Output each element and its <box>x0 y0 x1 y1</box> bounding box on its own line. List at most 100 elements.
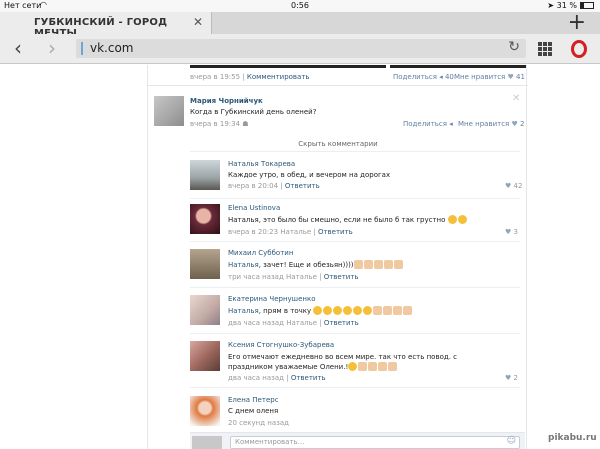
thumbs-up-icon <box>403 306 413 315</box>
reply-text-body: Его отмечают ежедневно во всем мире. так… <box>228 353 458 371</box>
reply-meta: два часа назад | Ответить <box>228 374 326 382</box>
emoji-icon <box>313 306 323 315</box>
tab-active[interactable]: ГУБКИНСКИЙ - ГОРОД МЕЧТЫ ✕ <box>0 12 212 39</box>
close-icon[interactable]: ✕ <box>512 93 520 104</box>
like-button[interactable]: ♥ 3 <box>505 228 518 236</box>
reply-to[interactable]: Наталье <box>286 319 317 327</box>
feed-column: вчера в 19:55 | Комментировать Поделитьс… <box>147 65 528 449</box>
thumbs-up-icon <box>358 362 368 371</box>
reply-time[interactable]: вчера в 20:04 <box>228 182 278 190</box>
comment-author[interactable]: Мария Чорнийчук <box>190 97 263 105</box>
reply-time[interactable]: 20 секунд назад <box>228 419 289 427</box>
like-count: 42 <box>513 182 523 190</box>
post-photo[interactable] <box>390 65 526 68</box>
share-label: Поделиться <box>393 73 437 81</box>
megaphone-icon: ◂ <box>439 73 443 81</box>
thumbs-up-icon <box>378 362 388 371</box>
reply-time[interactable]: три часа назад <box>228 273 284 281</box>
url-text: vk.com <box>90 41 134 55</box>
mention-link[interactable]: Наталья <box>228 307 259 315</box>
thumbs-up-icon <box>373 260 383 269</box>
avatar[interactable] <box>190 249 220 279</box>
speed-dial-icon[interactable] <box>538 42 552 56</box>
status-bar: Нет сети ◠ 0:56 ➤ 31 % <box>0 0 600 12</box>
reply-text-body: , прям в точку <box>258 307 312 315</box>
hide-comments-link[interactable]: Скрыть комментарии <box>148 140 528 148</box>
like-label: Мне нравится <box>454 73 506 81</box>
thumbs-up-icon <box>373 306 383 315</box>
reply-text: Наталья, зачет! Еще и обезьян)))) <box>228 260 404 269</box>
reply-button[interactable]: Ответить <box>291 374 326 382</box>
reply-button[interactable]: Ответить <box>285 182 320 190</box>
comment-input[interactable]: Комментировать... ☺ <box>230 436 520 449</box>
reply-meta: два часа назад Наталье | Ответить <box>228 319 359 327</box>
like-button[interactable]: Мне нравится ♥ 2 <box>458 120 525 128</box>
avatar[interactable] <box>190 160 220 190</box>
comment-link[interactable]: Комментировать <box>247 73 310 81</box>
megaphone-icon: ◂ <box>449 120 453 128</box>
share-button[interactable]: Поделиться ◂ <box>403 120 453 128</box>
thumbs-up-icon <box>383 306 393 315</box>
reply-to[interactable]: Наталье <box>286 273 317 281</box>
reply-author[interactable]: Елена Петерс <box>228 396 279 404</box>
reply-meta: вчера в 20:23 Наталье | Ответить <box>228 228 353 236</box>
reply-author[interactable]: Наталья Токарева <box>228 160 295 168</box>
thumbs-up-icon <box>368 362 378 371</box>
heart-icon: ♥ <box>505 374 512 382</box>
heart-icon: ♥ <box>505 182 512 190</box>
divider <box>190 333 520 334</box>
comment-placeholder: Комментировать... <box>235 438 305 446</box>
reload-icon[interactable]: ↻ <box>508 39 520 55</box>
thumbs-up-icon <box>393 260 403 269</box>
address-bar[interactable]: vk.com ↻ <box>76 39 526 58</box>
reply-author[interactable]: Екатерина Чернушенко <box>228 295 315 303</box>
avatar[interactable] <box>190 396 220 426</box>
reply-author[interactable]: Elena Ustinova <box>228 204 280 212</box>
reply-text: Его отмечают ежедневно во всем мире. так… <box>228 352 503 372</box>
new-tab-button[interactable]: + <box>568 10 586 35</box>
like-button[interactable]: ♥ 42 <box>505 182 522 190</box>
emoji-icon <box>353 306 363 315</box>
back-button[interactable]: ‹ <box>14 36 22 60</box>
android-icon: ☗ <box>242 120 249 128</box>
like-button[interactable]: Мне нравится ♥ 41 <box>454 73 525 81</box>
avatar[interactable] <box>154 96 184 126</box>
reply-author[interactable]: Михаил Субботин <box>228 249 293 257</box>
reply-text-body: , зачет! Еще и обезьян)))) <box>258 261 354 269</box>
reply-author[interactable]: Ксения Стогнушко-Зубарева <box>228 341 334 349</box>
share-button[interactable]: Поделиться ◂ 40 <box>393 73 454 81</box>
divider <box>148 85 528 86</box>
reply-time[interactable]: два часа назад <box>228 319 284 327</box>
mention-link[interactable]: Наталья <box>228 261 259 269</box>
avatar[interactable] <box>190 341 220 371</box>
smiley-icon[interactable]: ☺ <box>507 436 516 446</box>
comment-time[interactable]: вчера в 19:34 <box>190 120 240 128</box>
heart-icon: ♥ <box>507 73 514 81</box>
post-time[interactable]: вчера в 19:55 <box>190 73 240 81</box>
close-tab-icon[interactable]: ✕ <box>193 15 203 29</box>
clock: 0:56 <box>291 1 309 10</box>
thumbs-up-icon <box>363 260 373 269</box>
divider <box>190 151 520 152</box>
divider <box>190 287 520 288</box>
emoji-icon <box>348 362 358 371</box>
post-photo[interactable] <box>190 65 386 68</box>
avatar[interactable] <box>190 204 220 234</box>
share-count: 40 <box>444 73 454 81</box>
heart-icon: ♥ <box>505 228 512 236</box>
forward-button[interactable]: › <box>48 36 56 60</box>
reply-time[interactable]: вчера в 20:23 <box>228 228 278 236</box>
reply-button[interactable]: Ответить <box>324 319 359 327</box>
reply-button[interactable]: Ответить <box>318 228 353 236</box>
reply-to[interactable]: Наталье <box>280 228 311 236</box>
post-footer: вчера в 19:55 | Комментировать <box>190 73 310 81</box>
avatar[interactable] <box>190 295 220 325</box>
thumbs-up-icon <box>388 362 398 371</box>
emoji-icon <box>447 215 457 224</box>
reply-button[interactable]: Ответить <box>324 273 359 281</box>
reply-meta: вчера в 20:04 | Ответить <box>228 182 320 190</box>
reply-time[interactable]: два часа назад <box>228 374 284 382</box>
opera-menu-icon[interactable] <box>571 40 587 58</box>
like-count: 3 <box>513 228 518 236</box>
like-button[interactable]: ♥ 2 <box>505 374 518 382</box>
